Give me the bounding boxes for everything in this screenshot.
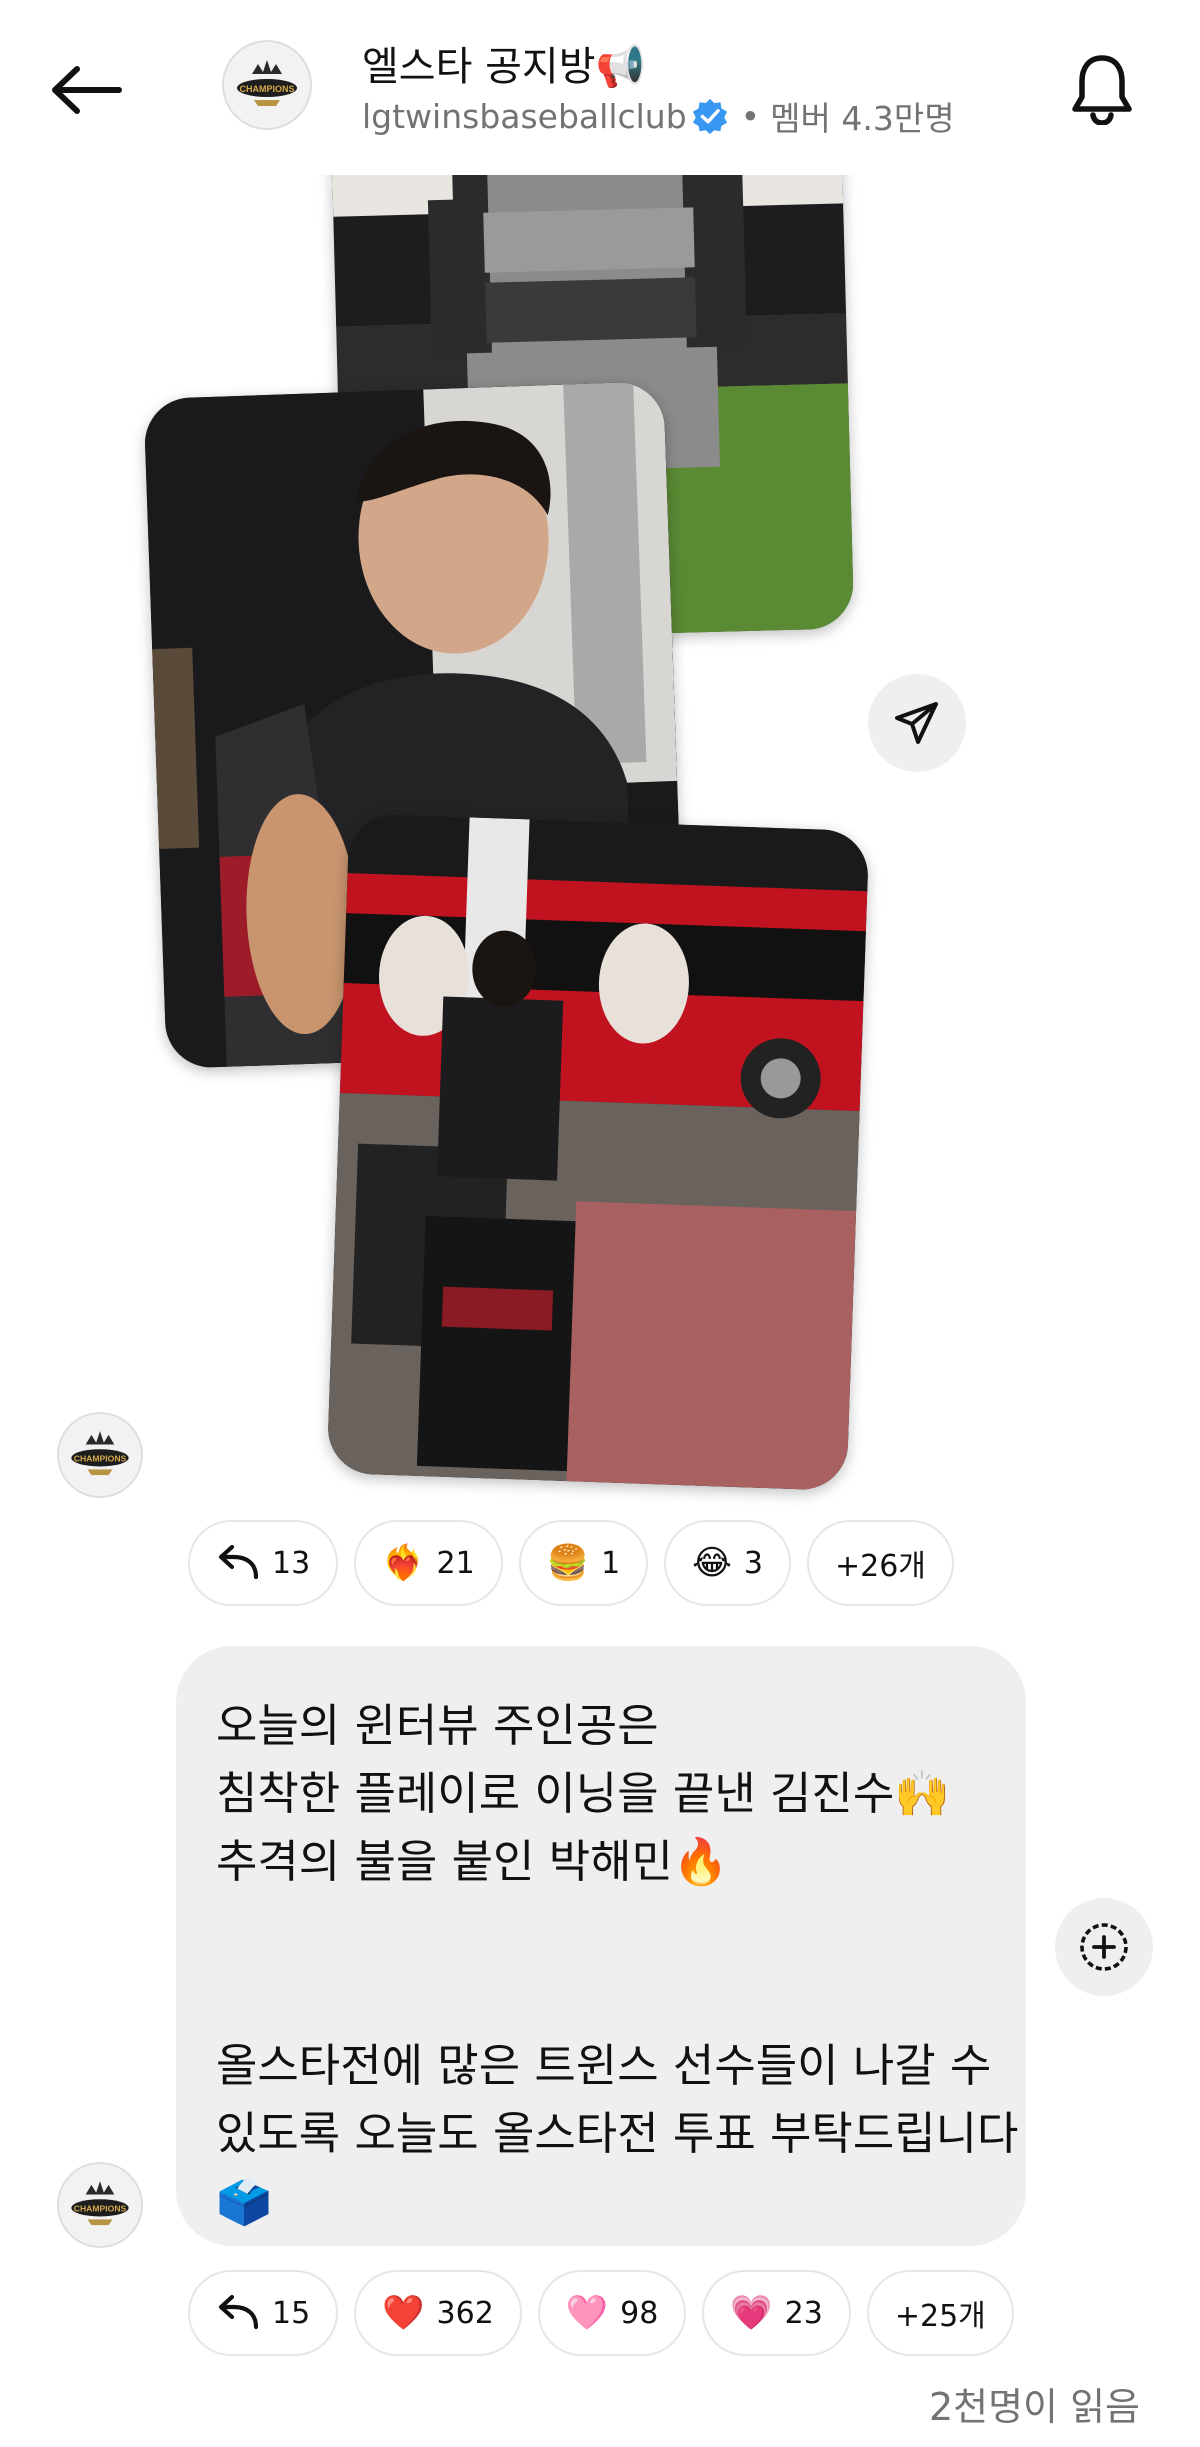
more-reactions-label: +25개 [894, 2299, 986, 2334]
reaction-pill-red-heart[interactable]: ❤️ 362 [354, 2270, 522, 2356]
message-line: 추격의 불을 붙인 박해민🔥 [216, 1835, 729, 1888]
svg-text:CHAMPIONS: CHAMPIONS [74, 1454, 127, 1464]
message-bubble[interactable]: 오늘의 윈터뷰 주인공은 침착한 플레이로 이닝을 끝낸 김진수🙌 추격의 불을… [176, 1646, 1026, 2246]
photo-player-bus[interactable] [326, 813, 870, 1491]
share-button[interactable] [868, 674, 966, 772]
notification-button[interactable] [1060, 44, 1144, 134]
channel-title[interactable]: 엘스타 공지방📢 [362, 34, 645, 92]
reply-count-pill[interactable]: 13 [188, 1520, 339, 1606]
verified-badge-icon [692, 98, 727, 135]
ballot-box-emoji: 🗳️ [216, 2175, 273, 2228]
sender-avatar[interactable]: CHAMPIONS [57, 2162, 143, 2248]
paper-plane-icon [895, 702, 938, 744]
arrow-left-icon [52, 66, 122, 114]
message-line: 오늘의 윈터뷰 주인공은 [216, 1699, 659, 1752]
reaction-pill-joy[interactable]: 😂 3 [664, 1520, 791, 1606]
svg-text:CHAMPIONS: CHAMPIONS [74, 2204, 127, 2214]
more-reactions-label: +26개 [834, 1549, 926, 1584]
sender-avatar[interactable]: CHAMPIONS [57, 1412, 143, 1498]
back-button[interactable] [40, 50, 132, 130]
reaction-pill-burger[interactable]: 🍔 1 [518, 1520, 649, 1606]
channel-header: CHAMPIONS 엘스타 공지방📢 lgtwinsbaseballclub •… [0, 0, 1200, 175]
message-line: 침착한 플레이로 이닝을 끝낸 김진수🙌 [216, 1767, 951, 1820]
reply-count: 15 [272, 2295, 311, 2331]
photo-post-reactions: 13 ❤️‍🔥 21 🍔 1 😂 3 +26개 [188, 1520, 954, 1606]
account-name: lgtwinsbaseballclub [362, 96, 687, 136]
heart-on-fire-emoji: ❤️‍🔥 [382, 1543, 425, 1583]
message-line: 있도록 오늘도 올스타전 투표 부탁드립니다 [216, 2107, 1019, 2160]
message-line: 올스타전에 많은 트윈스 선수들이 나갈 수 [216, 2039, 992, 2092]
reply-icon [216, 1545, 260, 1581]
reaction-pill-growing-heart[interactable]: 💗 23 [702, 2270, 851, 2356]
reaction-count: 23 [784, 2295, 823, 2331]
growing-heart-emoji: 💗 [730, 2293, 773, 2333]
channel-avatar[interactable]: CHAMPIONS [222, 40, 312, 130]
reaction-count: 1 [601, 1545, 621, 1581]
add-reaction-button[interactable] [1055, 1898, 1153, 1996]
bell-icon [1072, 55, 1132, 125]
separator-dot: • [740, 96, 761, 136]
read-count: 2천명이 읽음 [928, 2385, 1140, 2429]
reaction-count: 3 [743, 1545, 763, 1581]
member-count: 멤버 4.3만명 [770, 99, 955, 138]
reaction-count: 98 [620, 2295, 659, 2331]
burger-emoji: 🍔 [546, 1543, 590, 1583]
text-post-reactions: 15 ❤️ 362 🩷 98 💗 23 +25개 [188, 2270, 1014, 2356]
reaction-count: 362 [436, 2295, 494, 2331]
channel-subtitle: lgtwinsbaseballclub • 멤버 4.3만명 [362, 92, 955, 140]
joy-emoji: 😂 [692, 1543, 732, 1583]
reaction-pill-heart-fire[interactable]: ❤️‍🔥 21 [354, 1520, 503, 1606]
reply-count-pill[interactable]: 15 [188, 2270, 339, 2356]
add-reaction-icon [1080, 1923, 1128, 1971]
reaction-pill-pink-heart[interactable]: 🩷 98 [537, 2270, 687, 2356]
pink-heart-emoji: 🩷 [565, 2293, 609, 2333]
reaction-count: 21 [436, 1545, 475, 1581]
reply-icon [216, 2295, 260, 2331]
reply-count: 13 [272, 1545, 311, 1581]
more-reactions-pill[interactable]: +25개 [866, 2270, 1014, 2356]
more-reactions-pill[interactable]: +26개 [806, 1520, 954, 1606]
svg-text:CHAMPIONS: CHAMPIONS [239, 84, 294, 94]
red-heart-emoji: ❤️ [382, 2293, 425, 2333]
